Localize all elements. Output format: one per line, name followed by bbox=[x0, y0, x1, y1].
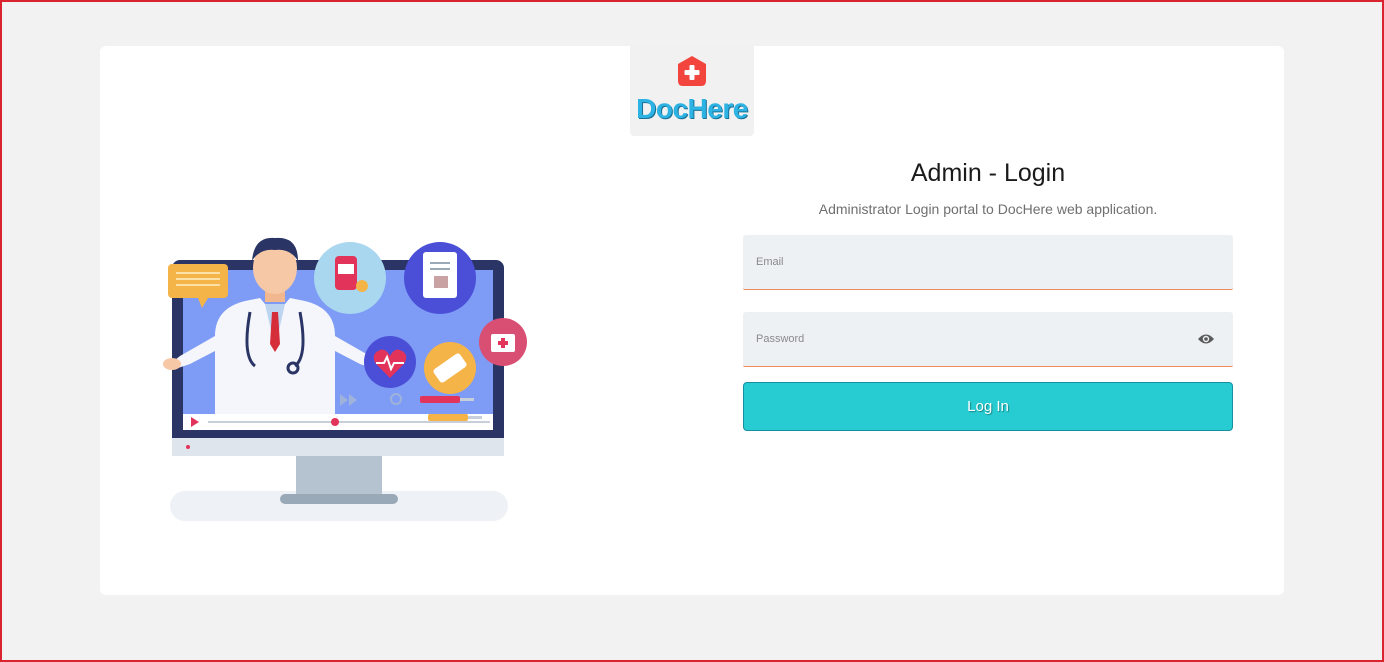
email-field[interactable] bbox=[743, 235, 1233, 289]
login-card: DocHere Admin - Login Administrator Logi… bbox=[100, 46, 1284, 595]
doctor-on-monitor-illustration bbox=[163, 237, 527, 521]
page-subtitle: Administrator Login portal to DocHere we… bbox=[818, 201, 1158, 217]
brand-name: DocHere bbox=[636, 93, 748, 124]
brand-logo: DocHere bbox=[630, 46, 754, 136]
medical-cross-icon bbox=[678, 56, 706, 86]
email-field-wrapper bbox=[743, 235, 1233, 290]
password-field-wrapper bbox=[743, 312, 1233, 367]
login-form: Admin - Login Administrator Login portal… bbox=[743, 156, 1233, 431]
login-button[interactable]: Log In bbox=[743, 382, 1233, 431]
eye-icon[interactable] bbox=[1197, 332, 1215, 346]
password-field[interactable] bbox=[743, 312, 1233, 366]
page-title: Admin - Login bbox=[910, 159, 1066, 187]
